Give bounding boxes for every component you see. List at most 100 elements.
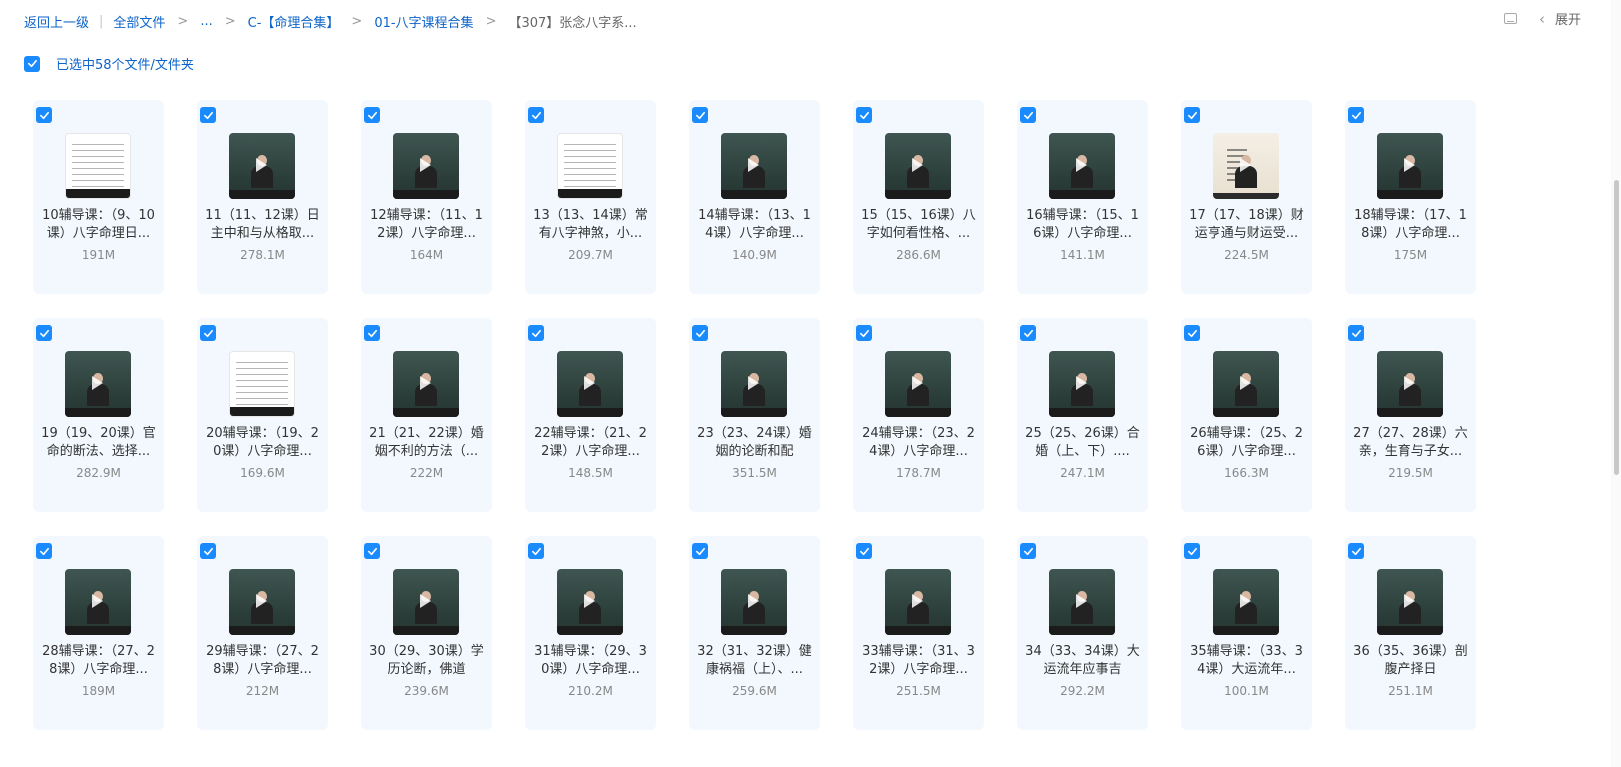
video-thumbnail[interactable] <box>393 351 459 417</box>
back-link[interactable]: 返回上一级 <box>24 12 89 31</box>
file-card[interactable]: 11（11、12课）日主中和与从格取... 278.1M <box>197 100 328 294</box>
file-name[interactable]: 31辅导课：（29、30课）八字命理... <box>533 643 648 679</box>
video-thumbnail[interactable] <box>1049 569 1115 635</box>
file-card[interactable]: 10辅导课：（9、10课）八字命理日... 191M <box>33 100 164 294</box>
file-name[interactable]: 17（17、18课）财运亨通与财运受... <box>1189 207 1304 243</box>
file-card[interactable]: 31辅导课：（29、30课）八字命理... 210.2M <box>525 536 656 730</box>
file-checkbox[interactable] <box>692 543 708 559</box>
file-card[interactable]: 27（27、28课）六亲，生育与子女... 219.5M <box>1345 318 1476 512</box>
file-card[interactable]: 18辅导课：（17、18课）八字命理... 175M <box>1345 100 1476 294</box>
file-card[interactable]: 36（35、36课）剖腹产择日 251.1M <box>1345 536 1476 730</box>
file-checkbox[interactable] <box>692 325 708 341</box>
file-name[interactable]: 15（15、16课）八字如何看性格、... <box>861 207 976 243</box>
file-checkbox[interactable] <box>1020 543 1036 559</box>
video-thumbnail[interactable] <box>721 351 787 417</box>
file-name[interactable]: 30（29、30课）学历论断，佛道 <box>369 643 484 679</box>
video-thumbnail[interactable] <box>721 133 787 199</box>
document-thumbnail[interactable] <box>229 351 295 417</box>
file-card[interactable]: 33辅导课：（31、32课）八字命理... 251.5M <box>853 536 984 730</box>
file-card[interactable]: 20辅导课：（19、20课）八字命理... 169.6M <box>197 318 328 512</box>
file-card[interactable]: 25（25、26课）合婚（上、下）.... 247.1M <box>1017 318 1148 512</box>
scrollbar-thumb[interactable] <box>1614 180 1619 475</box>
file-name[interactable]: 34（33、34课）大运流年应事吉 <box>1025 643 1140 679</box>
video-thumbnail[interactable] <box>557 569 623 635</box>
file-card[interactable]: 26辅导课：（25、26课）八字命理... 166.3M <box>1181 318 1312 512</box>
file-card[interactable]: 32（31、32课）健康祸福（上）、... 259.6M <box>689 536 820 730</box>
file-card[interactable]: 14辅导课：（13、14课）八字命理... 140.9M <box>689 100 820 294</box>
video-thumbnail[interactable] <box>229 133 295 199</box>
video-thumbnail[interactable] <box>229 569 295 635</box>
file-name[interactable]: 16辅导课：（15、16课）八字命理... <box>1025 207 1140 243</box>
file-checkbox[interactable] <box>1184 543 1200 559</box>
file-name[interactable]: 21（21、22课）婚姻不利的方法（... <box>369 425 484 461</box>
video-thumbnail[interactable] <box>1213 569 1279 635</box>
file-checkbox[interactable] <box>1184 107 1200 123</box>
file-checkbox[interactable] <box>1020 325 1036 341</box>
file-card[interactable]: 28辅导课：（27、28课）八字命理... 189M <box>33 536 164 730</box>
file-checkbox[interactable] <box>364 107 380 123</box>
breadcrumb-ellipsis[interactable]: ... <box>200 14 212 29</box>
file-checkbox[interactable] <box>364 543 380 559</box>
breadcrumb-level2[interactable]: 01-八字课程合集 <box>374 12 473 31</box>
file-card[interactable]: 16辅导课：（15、16课）八字命理... 141.1M <box>1017 100 1148 294</box>
chevron-left-icon[interactable]: ‹ <box>1539 10 1545 28</box>
file-name[interactable]: 10辅导课：（9、10课）八字命理日... <box>41 207 156 243</box>
file-card[interactable]: 23（23、24课）婚姻的论断和配 351.5M <box>689 318 820 512</box>
video-thumbnail[interactable] <box>1213 351 1279 417</box>
file-name[interactable]: 12辅导课：（11、12课）八字命理... <box>369 207 484 243</box>
file-card[interactable]: 35辅导课：（33、34课）大运流年... 100.1M <box>1181 536 1312 730</box>
file-name[interactable]: 20辅导课：（19、20课）八字命理... <box>205 425 320 461</box>
file-checkbox[interactable] <box>1348 107 1364 123</box>
select-all-checkbox[interactable] <box>24 55 40 72</box>
file-checkbox[interactable] <box>856 325 872 341</box>
video-thumbnail[interactable] <box>393 133 459 199</box>
panel-icon[interactable] <box>1503 13 1517 24</box>
file-checkbox[interactable] <box>692 107 708 123</box>
file-name[interactable]: 32（31、32课）健康祸福（上）、... <box>697 643 812 679</box>
file-checkbox[interactable] <box>1184 325 1200 341</box>
video-thumbnail[interactable] <box>885 133 951 199</box>
file-name[interactable]: 25（25、26课）合婚（上、下）.... <box>1025 425 1140 461</box>
document-thumbnail[interactable] <box>557 133 623 199</box>
file-checkbox[interactable] <box>200 107 216 123</box>
file-checkbox[interactable] <box>200 543 216 559</box>
file-checkbox[interactable] <box>200 325 216 341</box>
file-card[interactable]: 30（29、30课）学历论断，佛道 239.6M <box>361 536 492 730</box>
file-card[interactable]: 21（21、22课）婚姻不利的方法（... 222M <box>361 318 492 512</box>
video-thumbnail[interactable] <box>557 351 623 417</box>
expand-button[interactable]: 展开 <box>1555 9 1581 28</box>
file-card[interactable]: 12辅导课：（11、12课）八字命理... 164M <box>361 100 492 294</box>
file-card[interactable]: 19（19、20课）官命的断法、选择... 282.9M <box>33 318 164 512</box>
file-name[interactable]: 23（23、24课）婚姻的论断和配 <box>697 425 812 461</box>
video-thumbnail[interactable] <box>1377 351 1443 417</box>
video-thumbnail[interactable] <box>1213 133 1279 199</box>
file-name[interactable]: 11（11、12课）日主中和与从格取... <box>205 207 320 243</box>
video-thumbnail[interactable] <box>393 569 459 635</box>
file-checkbox[interactable] <box>36 107 52 123</box>
file-card[interactable]: 22辅导课：（21、22课）八字命理... 148.5M <box>525 318 656 512</box>
video-thumbnail[interactable] <box>721 569 787 635</box>
video-thumbnail[interactable] <box>885 351 951 417</box>
file-name[interactable]: 22辅导课：（21、22课）八字命理... <box>533 425 648 461</box>
file-checkbox[interactable] <box>528 325 544 341</box>
file-name[interactable]: 28辅导课：（27、28课）八字命理... <box>41 643 156 679</box>
video-thumbnail[interactable] <box>65 569 131 635</box>
document-thumbnail[interactable] <box>65 133 131 199</box>
file-card[interactable]: 15（15、16课）八字如何看性格、... 286.6M <box>853 100 984 294</box>
file-card[interactable]: 17（17、18课）财运亨通与财运受... 224.5M <box>1181 100 1312 294</box>
file-name[interactable]: 14辅导课：（13、14课）八字命理... <box>697 207 812 243</box>
file-name[interactable]: 19（19、20课）官命的断法、选择... <box>41 425 156 461</box>
scrollbar-track[interactable] <box>1611 0 1621 767</box>
file-name[interactable]: 29辅导课：（27、28课）八字命理... <box>205 643 320 679</box>
file-checkbox[interactable] <box>528 543 544 559</box>
file-checkbox[interactable] <box>856 543 872 559</box>
file-card[interactable]: 29辅导课：（27、28课）八字命理... 212M <box>197 536 328 730</box>
file-name[interactable]: 13（13、14课）常有八字神煞，小... <box>533 207 648 243</box>
video-thumbnail[interactable] <box>65 351 131 417</box>
video-thumbnail[interactable] <box>1049 133 1115 199</box>
file-name[interactable]: 18辅导课：（17、18课）八字命理... <box>1353 207 1468 243</box>
file-name[interactable]: 24辅导课：（23、24课）八字命理... <box>861 425 976 461</box>
video-thumbnail[interactable] <box>1377 569 1443 635</box>
file-name[interactable]: 35辅导课：（33、34课）大运流年... <box>1189 643 1304 679</box>
file-name[interactable]: 26辅导课：（25、26课）八字命理... <box>1189 425 1304 461</box>
